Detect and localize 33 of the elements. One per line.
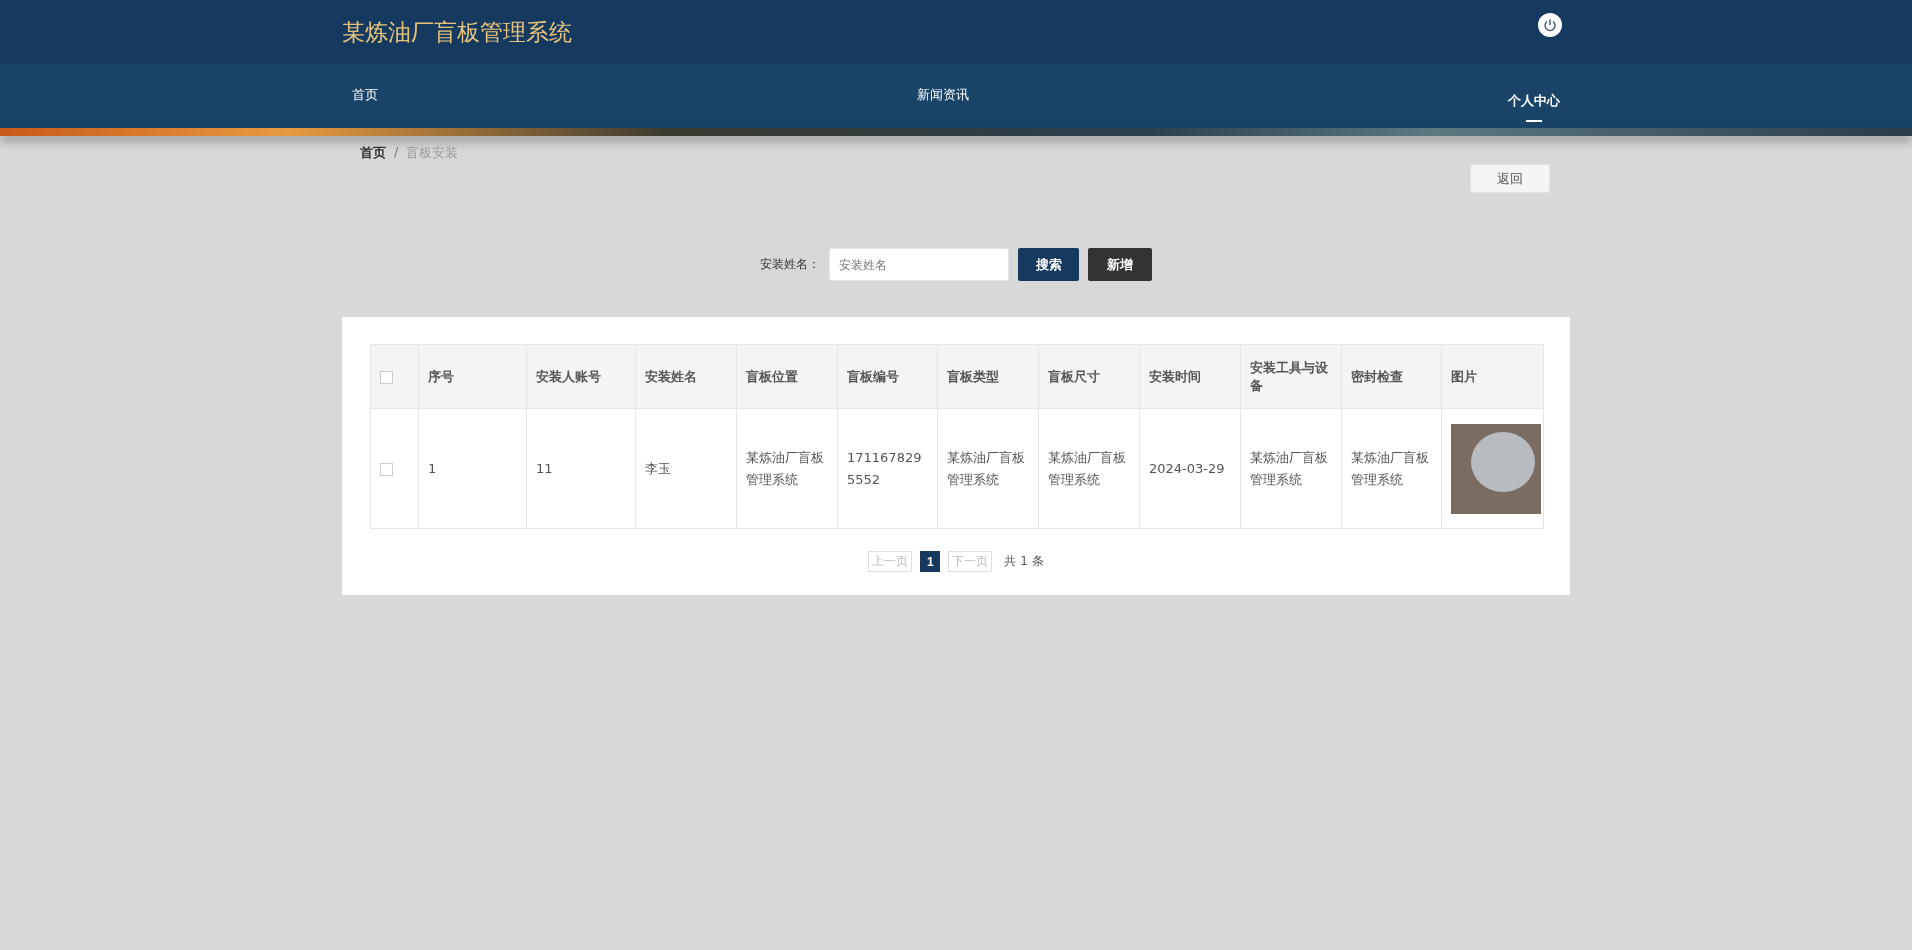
table-cell: 11 [536,460,553,476]
column-header: 安装工具与设备 [1250,359,1328,393]
search-button[interactable]: 搜索 [1018,248,1079,281]
table-cell: 某炼油厂盲板管理系统 [1250,449,1328,487]
total-count: 共 1 条 [1004,553,1044,570]
site-title: 某炼油厂盲板管理系统 [342,17,572,47]
column-header: 密封检查 [1351,368,1403,384]
page-number-button[interactable]: 1 [920,551,941,572]
column-header: 序号 [428,368,454,384]
table-cell: 李玉 [645,460,671,476]
column-header: 安装时间 [1149,368,1201,384]
back-button[interactable]: 返回 [1470,164,1550,193]
column-header: 盲板尺寸 [1048,368,1100,384]
table-cell: 2024-03-29 [1149,460,1225,476]
column-header: 盲板位置 [746,368,798,384]
nav-link[interactable]: 首页 [352,80,378,112]
table-cell: 某炼油厂盲板管理系统 [746,449,824,487]
column-header: 图片 [1451,368,1477,384]
table-cell: 某炼油厂盲板管理系统 [1048,449,1126,487]
table-cell: 某炼油厂盲板管理系统 [947,449,1025,487]
name-search-field[interactable]: 安装姓名 [829,248,1009,281]
table-cell: 某炼油厂盲板管理系统 [1351,449,1429,487]
nav-link[interactable]: 新闻资讯 [917,80,969,112]
search-label: 安装姓名： [760,256,820,273]
table-cell: 1711678295552 [847,449,922,487]
add-button[interactable]: 新增 [1088,248,1152,281]
column-header: 安装姓名 [645,368,697,384]
breadcrumb-separator: / [394,144,399,161]
breadcrumb-link[interactable]: 首页 [360,144,386,162]
column-header: 安装人账号 [536,368,601,384]
table-cell: 1 [428,460,437,476]
column-header: 盲板类型 [947,368,999,384]
column-header: 盲板编号 [847,368,899,384]
